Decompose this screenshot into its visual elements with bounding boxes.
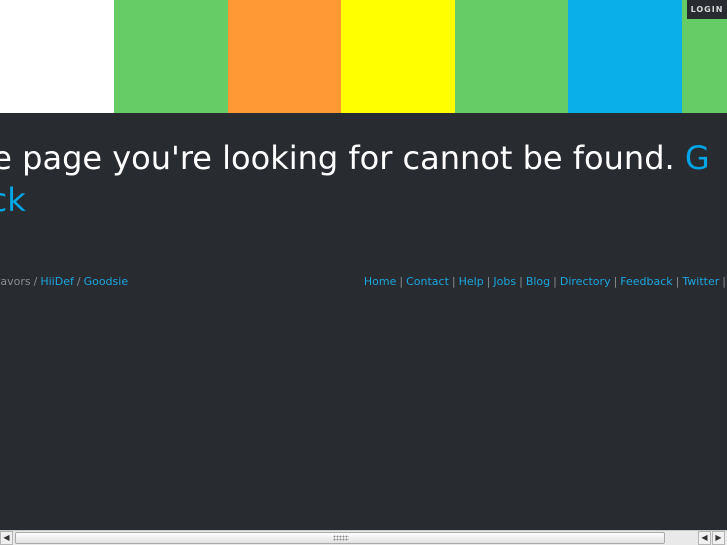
footer-link-feedback[interactable]: Feedback [620, 275, 672, 288]
scroll-right-icon[interactable]: ▶ [712, 531, 725, 545]
footer-link-goodsie[interactable]: Goodsie [84, 275, 129, 288]
scrollbar-thumb[interactable] [15, 532, 665, 544]
footer-nav: Home | Contact | Help | Jobs | Blog | Directory | Fe… [364, 275, 727, 289]
color-stripe-green-2 [455, 0, 568, 113]
footer-separator: | [486, 275, 491, 288]
footer-separator: | [399, 275, 404, 288]
go-back-link-start[interactable]: G [685, 139, 710, 177]
footer-link-blog[interactable]: Blog [526, 275, 550, 288]
footer-brands: , Flavors/HiiDef/Goodsie [0, 275, 128, 289]
login-button[interactable]: LOGIN [687, 0, 727, 19]
footer-link-help[interactable]: Help [459, 275, 484, 288]
error-message-text: he page you're looking for cannot be fou… [0, 139, 685, 177]
grip-icon [333, 535, 349, 541]
footer-link-hiidef[interactable]: HiiDef [40, 275, 74, 288]
go-back-link-end[interactable]: ack [0, 180, 26, 220]
footer-separator: / [76, 275, 81, 288]
footer-link-twitter[interactable]: Twitter [682, 275, 719, 288]
footer-link-contact[interactable]: Contact [406, 275, 449, 288]
page: LOGIN he page you're looking for cannot … [0, 0, 727, 545]
color-stripe-yellow [341, 0, 455, 113]
color-stripe-banner [0, 0, 727, 113]
color-stripe-white [0, 0, 114, 113]
footer-separator: / [33, 275, 38, 288]
color-stripe-blue [568, 0, 682, 113]
color-stripe-orange [228, 0, 341, 113]
footer-link-directory[interactable]: Directory [560, 275, 611, 288]
footer-separator: | [675, 275, 680, 288]
footer-separator: | [722, 275, 726, 288]
footer-link-home[interactable]: Home [364, 275, 396, 288]
footer-link-jobs[interactable]: Jobs [493, 275, 516, 288]
footer-separator: | [451, 275, 456, 288]
scroll-left-icon-2[interactable]: ◀ [698, 531, 711, 545]
footer-separator: | [519, 275, 523, 288]
horizontal-scrollbar[interactable]: ◀ ◀ ▶ [0, 530, 727, 545]
footer-brands-prefix: , Flavors [0, 275, 31, 288]
footer-separator: | [553, 275, 557, 288]
error-message: he page you're looking for cannot be fou… [0, 138, 727, 178]
scroll-left-icon[interactable]: ◀ [0, 531, 13, 545]
color-stripe-green [114, 0, 228, 113]
footer-separator: | [613, 275, 618, 288]
